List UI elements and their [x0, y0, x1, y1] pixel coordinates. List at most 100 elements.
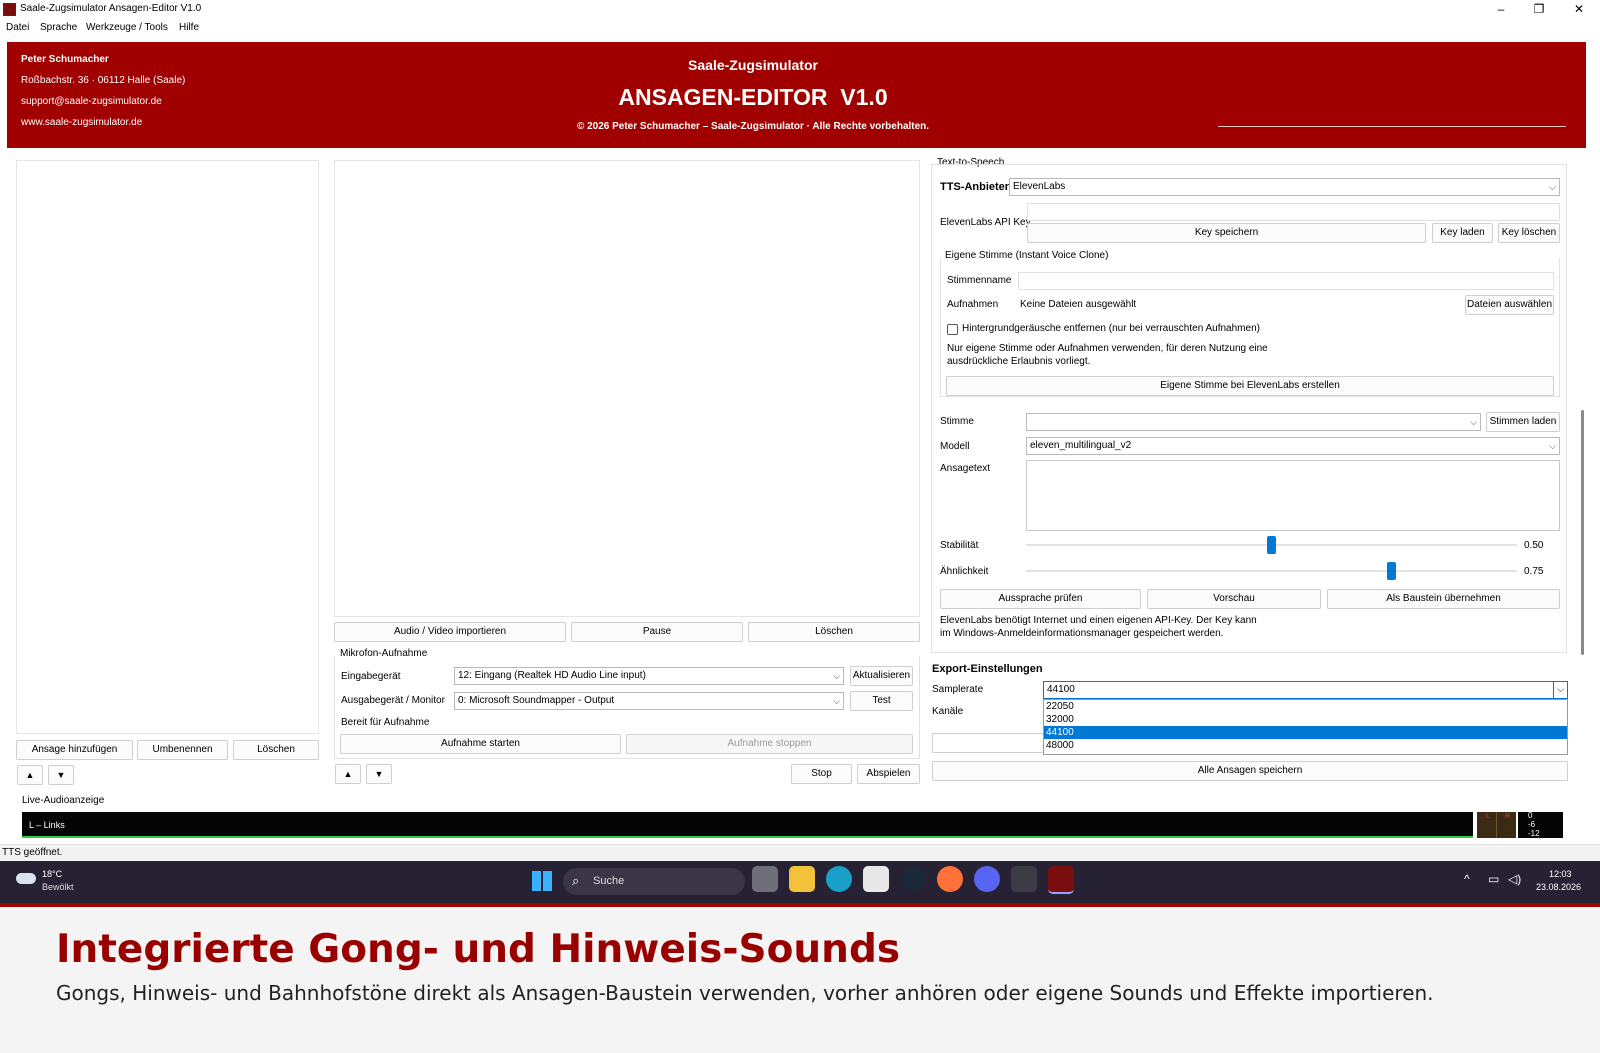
use-as-block-button[interactable]: Als Baustein übernehmen	[1327, 589, 1560, 609]
chevron-up-icon[interactable]: ^	[1464, 872, 1470, 886]
channels-select[interactable]	[932, 733, 1044, 753]
model-select[interactable]: eleven_multilingual_v2 ⌵	[1026, 437, 1560, 455]
stability-slider[interactable]	[1026, 536, 1517, 554]
import-media-button[interactable]: Audio / Video importieren	[334, 622, 566, 642]
cloud-icon	[16, 873, 36, 884]
task-view-icon[interactable]	[752, 866, 778, 892]
load-key-button[interactable]: Key laden	[1432, 223, 1493, 243]
similarity-thumb[interactable]	[1387, 562, 1396, 580]
volume-icon[interactable]: ◁)	[1508, 872, 1521, 886]
header-title: ANSAGEN-EDITOR V1.0	[618, 84, 888, 110]
api-key-label: ElevenLabs API Key	[940, 217, 1031, 228]
samplerate-dropdown-list[interactable]: 22050 32000 44100 48000	[1043, 699, 1568, 755]
dropdown-arrow-box[interactable]: ⌵	[1553, 682, 1567, 698]
network-icon[interactable]: ▭	[1488, 872, 1499, 886]
noise-removal-checkbox[interactable]	[947, 324, 958, 335]
weather-desc: Bewölkt	[42, 882, 74, 892]
stop-recording-button[interactable]: Aufnahme stoppen	[626, 734, 913, 754]
voice-select[interactable]: ⌵	[1026, 413, 1481, 431]
stop-button[interactable]: Stop	[791, 764, 852, 784]
audio-meter-bar: L – Links	[22, 812, 1473, 838]
meter-divider	[1496, 812, 1497, 838]
check-pronunciation-button[interactable]: Aussprache prüfen	[940, 589, 1141, 609]
preview-button[interactable]: Vorschau	[1147, 589, 1321, 609]
add-announcement-button[interactable]: Ansage hinzufügen	[16, 740, 133, 760]
channels-label: Kanäle	[932, 706, 964, 717]
move-up-button[interactable]: ▲	[17, 765, 43, 785]
clock-date[interactable]: 23.08.2026	[1536, 882, 1581, 892]
menu-sprache[interactable]: Sprache	[40, 22, 77, 33]
maximize-button[interactable]: ❐	[1520, 0, 1558, 18]
model-label: Modell	[940, 441, 970, 452]
noise-removal-label: Hintergrundgeräusche entfernen (nur bei …	[962, 323, 1260, 334]
test-button[interactable]: Test	[850, 691, 913, 711]
block-list[interactable]	[334, 160, 920, 617]
search-box[interactable]: ⌕ Suche	[563, 868, 745, 895]
play-button[interactable]: Abspielen	[857, 764, 920, 784]
api-key-input[interactable]	[1027, 203, 1560, 221]
menu-hilfe[interactable]: Hilfe	[179, 22, 199, 33]
delete-announcement-button[interactable]: Löschen	[233, 740, 319, 760]
choose-files-button[interactable]: Dateien auswählen	[1465, 295, 1554, 315]
save-all-button[interactable]: Alle Ansagen speichern	[932, 761, 1568, 781]
ansagen-editor-taskbar-icon[interactable]	[1048, 866, 1074, 894]
samplerate-option[interactable]: 32000	[1044, 713, 1567, 726]
meter-l: L	[1486, 813, 1490, 820]
store-icon[interactable]	[863, 866, 889, 892]
audio-app-icon[interactable]	[1011, 866, 1037, 892]
samplerate-select[interactable]: 44100 ⌵	[1043, 681, 1568, 699]
clock-time[interactable]: 12:03	[1549, 869, 1572, 879]
announcement-list[interactable]	[16, 160, 319, 734]
refresh-devices-button[interactable]: Aktualisieren	[850, 666, 913, 686]
steam-icon[interactable]	[900, 866, 926, 892]
input-device-label: Eingabegerät	[341, 671, 401, 682]
menu-datei[interactable]: Datei	[6, 22, 29, 33]
samplerate-option[interactable]: 48000	[1044, 739, 1567, 752]
pause-button[interactable]: Pause	[571, 622, 743, 642]
search-label: Suche	[593, 875, 625, 887]
discord-icon[interactable]	[974, 866, 1000, 892]
stereo-meter: L R	[1477, 812, 1516, 838]
move-down-button[interactable]: ▼	[48, 765, 74, 785]
block-up-button[interactable]: ▲	[335, 764, 361, 784]
load-voices-button[interactable]: Stimmen laden	[1486, 412, 1560, 432]
chevron-down-icon: ⌵	[1549, 182, 1556, 192]
window-title: Saale-Zugsimulator Ansagen-Editor V1.0	[20, 3, 202, 14]
minimize-button[interactable]: –	[1482, 0, 1520, 18]
meter-r: R	[1505, 813, 1511, 820]
scrollbar[interactable]	[1581, 410, 1584, 655]
block-down-button[interactable]: ▼	[366, 764, 392, 784]
header-app-name: Saale-Zugsimulator	[688, 57, 818, 73]
tts-info-1: ElevenLabs benötigt Internet und einen e…	[940, 615, 1257, 626]
caption-text: Gongs, Hinweis- und Bahnhofstöne direkt …	[56, 981, 1434, 1005]
caption-title: Integrierte Gong- und Hinweis-Sounds	[56, 927, 901, 972]
create-voice-button[interactable]: Eigene Stimme bei ElevenLabs erstellen	[946, 376, 1554, 396]
status-bar: TTS geöffnet.	[0, 844, 1600, 861]
delete-block-button[interactable]: Löschen	[748, 622, 920, 642]
edge-icon[interactable]	[826, 866, 852, 892]
tts-provider-select[interactable]: ElevenLabs ⌵	[1009, 178, 1560, 196]
voice-name-input[interactable]	[1018, 272, 1554, 290]
output-device-select[interactable]: 0: Microsoft Soundmapper - Output ⌵	[454, 692, 844, 710]
announcement-text-area[interactable]	[1026, 460, 1560, 531]
scale-12: -12	[1528, 829, 1540, 838]
similarity-track	[1026, 570, 1517, 572]
input-device-select[interactable]: 12: Eingang (Realtek HD Audio Line input…	[454, 667, 844, 685]
menu-tools[interactable]: Werkzeuge / Tools	[86, 22, 168, 33]
samplerate-option[interactable]: 22050	[1044, 700, 1567, 713]
windows-start-icon[interactable]	[532, 871, 552, 891]
weather-temp: 18°C	[42, 869, 63, 879]
start-recording-button[interactable]: Aufnahme starten	[340, 734, 621, 754]
similarity-slider[interactable]	[1026, 562, 1517, 580]
rename-button[interactable]: Umbenennen	[137, 740, 228, 760]
save-key-button[interactable]: Key speichern	[1027, 223, 1426, 243]
close-button[interactable]: ✕	[1560, 0, 1598, 18]
samplerate-option[interactable]: 44100	[1044, 726, 1567, 739]
announcement-text-label: Ansagetext	[940, 463, 991, 474]
stability-thumb[interactable]	[1267, 536, 1276, 554]
file-explorer-icon[interactable]	[789, 866, 815, 892]
recordings-value: Keine Dateien ausgewählt	[1020, 299, 1137, 310]
firefox-icon[interactable]	[937, 866, 963, 892]
delete-key-button[interactable]: Key löschen	[1498, 223, 1560, 243]
similarity-value: 0.75	[1524, 566, 1544, 577]
